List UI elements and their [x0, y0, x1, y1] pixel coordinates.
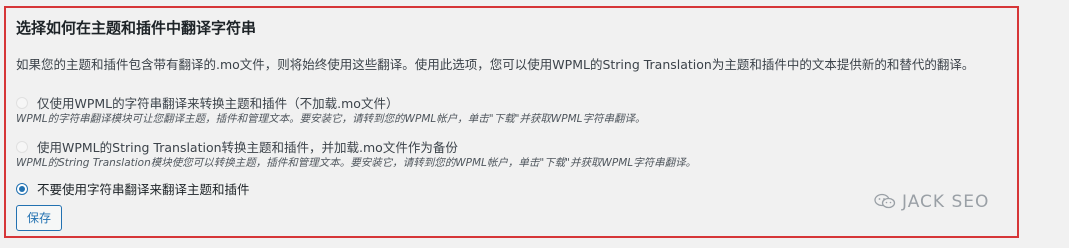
section-title: 选择如何在主题和插件中翻译字符串 [16, 19, 257, 37]
section-description: 如果您的主题和插件包含带有翻译的.mo文件，则将始终使用这些翻译。使用此选项，您… [16, 57, 975, 72]
radio-wpml-with-mo[interactable] [16, 140, 28, 153]
option-no-string-translation-label: 不要使用字符串翻译来翻译主题和插件 [37, 182, 250, 197]
translation-settings-panel: 选择如何在主题和插件中翻译字符串 如果您的主题和插件包含带有翻译的.mo文件，则… [4, 6, 1019, 238]
wechat-logo-icon [874, 193, 896, 209]
option-wpml-only-hint: WPML的字符串翻译模块可让您翻译主题，插件和管理文本。要安装它，请转到您的WP… [16, 113, 646, 125]
option-wpml-with-mo[interactable]: 使用WPML的String Translation转换主题和插件，并加载.mo文… [16, 136, 458, 156]
radio-no-string-translation[interactable] [16, 182, 28, 195]
option-wpml-with-mo-hint: WPML的String Translation模块使您可以转换主题，插件和管理文… [16, 157, 697, 169]
option-wpml-only-label: 仅使用WPML的字符串翻译来转换主题和插件（不加载.mo文件） [37, 96, 399, 111]
save-button[interactable]: 保存 [16, 205, 62, 231]
watermark: JACK SEO [874, 192, 989, 212]
option-wpml-with-mo-label: 使用WPML的String Translation转换主题和插件，并加载.mo文… [37, 140, 458, 155]
watermark-text: JACK SEO [902, 192, 990, 212]
option-no-string-translation[interactable]: 不要使用字符串翻译来翻译主题和插件 [16, 178, 250, 198]
option-wpml-only[interactable]: 仅使用WPML的字符串翻译来转换主题和插件（不加载.mo文件） [16, 92, 398, 112]
radio-wpml-only[interactable] [16, 96, 28, 109]
